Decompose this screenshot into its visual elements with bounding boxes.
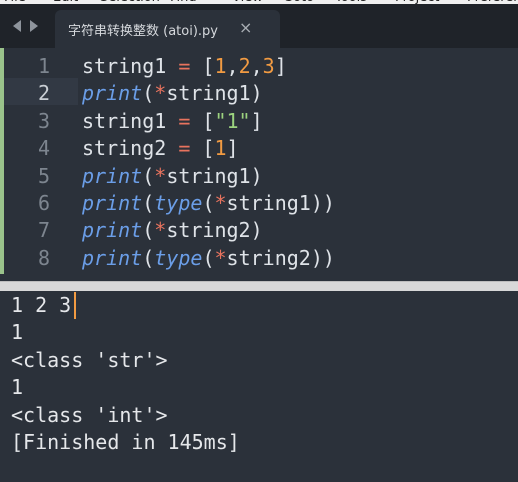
output-line: <class 'int'> [11,402,168,427]
code-token: ] [274,54,287,78]
code-text: print(*string1) [82,163,263,190]
code-token: string1 [82,108,179,133]
code-line[interactable]: 7 print(*string2) [0,217,518,244]
code-token: print [82,245,143,270]
text-cursor [74,292,76,319]
code-token: string1) [166,163,263,188]
code-line[interactable]: 4 string2 = [1] [0,135,518,162]
output-line: 1 [11,320,24,345]
output-line: <class 'str'> [11,347,168,372]
code-text: print(type(*string2)) [82,245,335,272]
code-line[interactable]: 3 string1 = ["1"] [0,108,518,135]
code-token: 1 [214,136,227,161]
code-token: print [82,218,143,243]
code-token: [ [190,108,215,133]
code-token: string2) [166,218,263,243]
code-token: * [154,218,167,243]
close-icon[interactable]: × [239,18,252,37]
build-output-panel[interactable]: 1 2 3 1 <class 'str'> 1 <class 'int'> [Finish… [0,291,518,482]
code-token: , [226,54,239,78]
line-number: 1 [37,54,50,78]
code-token: * [154,81,167,106]
code-editor[interactable]: 1 string1 = [1,2,3] 2 print(*string1) 3 strin… [0,48,518,274]
code-text: print(*string2) [82,217,263,244]
code-token: string1 [82,54,179,78]
line-number: 6 [37,191,50,215]
code-token: ] [226,136,239,161]
triangle-left-icon[interactable] [13,20,21,32]
code-token: 3 [262,54,275,78]
code-line[interactable]: 2 print(*string1) [0,80,518,107]
code-token: , [250,54,263,78]
output-line: [Finished in 145ms] [11,430,240,454]
line-number: 2 [37,81,50,106]
line-number: 7 [37,218,50,243]
code-text: string1 = [1,2,3] [82,53,287,80]
code-token: ( [142,191,155,215]
code-token: string1) [166,81,263,106]
file-tab[interactable]: 字符串转换整数 (atoi).py × [55,10,280,48]
code-line[interactable]: 6 print(type(*string1)) [0,190,518,217]
code-token: ] [250,108,263,133]
output-line: 1 [11,375,24,400]
line-number: 5 [37,163,50,188]
code-token: ( [202,245,215,270]
code-token: = [178,136,191,161]
triangle-right-icon[interactable] [30,20,38,32]
code-line[interactable]: 8 print(type(*string2)) [0,245,518,272]
code-token: ( [142,218,155,243]
code-token: "1" [214,108,251,133]
code-token: ( [142,81,155,106]
output-line: 1 2 3 [11,293,72,317]
code-token: type [154,245,203,270]
code-token: ( [202,191,215,215]
code-token: print [82,191,143,215]
code-token: 2 [238,54,251,78]
code-token: [ [190,136,215,161]
code-token: = [178,108,191,133]
code-token: = [178,54,191,78]
code-text: print(type(*string1)) [82,190,335,217]
code-token: * [214,191,227,215]
code-text: string1 = ["1"] [82,108,263,135]
code-token: type [154,191,203,215]
code-token: * [214,245,227,270]
code-token: ( [142,163,155,188]
code-text: print(*string1) [82,80,263,107]
line-number: 3 [37,108,50,133]
line-number: 8 [37,245,50,270]
code-line[interactable]: 5 print(*string1) [0,163,518,190]
code-line[interactable]: 1 string1 = [1,2,3] [0,53,518,80]
code-token: ( [142,245,155,270]
code-token: print [82,81,143,106]
code-token: string1)) [226,191,335,215]
code-token: * [154,163,167,188]
code-token: string2)) [226,245,335,270]
line-number: 4 [37,136,50,161]
code-token: print [82,163,143,188]
code-token: string2 [82,136,179,161]
tab-bar: 字符串转换整数 (atoi).py × [0,4,518,48]
tab-title: 字符串转换整数 (atoi).py [68,24,218,39]
code-text: string2 = [1] [82,135,239,162]
code-token: 1 [214,54,227,78]
code-token: [ [190,54,215,78]
